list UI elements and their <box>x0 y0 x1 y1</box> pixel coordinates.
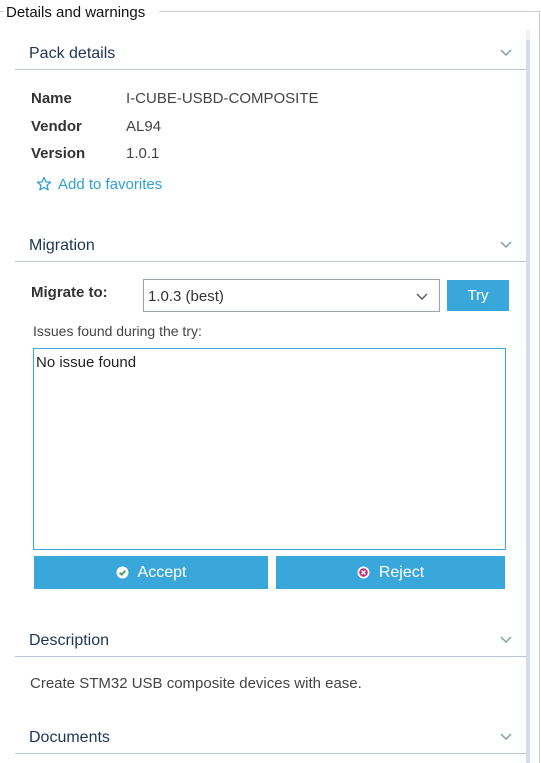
migrate-version-value: 1.0.3 (best) <box>148 288 224 305</box>
pack-version-value: 1.0.1 <box>126 145 160 162</box>
section-title: Description <box>29 632 110 649</box>
chevron-down-icon <box>500 733 512 740</box>
pack-name-key: Name <box>31 90 72 107</box>
section-documents[interactable]: Documents <box>15 724 526 754</box>
section-title: Pack details <box>29 45 116 62</box>
section-migration[interactable]: Migration <box>15 232 526 262</box>
section-description[interactable]: Description <box>15 627 526 657</box>
section-title: Migration <box>29 237 95 254</box>
migrate-version-select[interactable]: 1.0.3 (best) <box>143 279 440 312</box>
pack-version-key: Version <box>31 145 86 162</box>
chevron-down-icon <box>500 241 512 248</box>
issues-label: Issues found during the try: <box>33 323 202 339</box>
group-border-top <box>159 11 540 12</box>
group-border-left <box>0 11 4 12</box>
section-pack-details[interactable]: Pack details <box>15 40 526 70</box>
add-to-favorites-label: Add to favorites <box>58 175 163 193</box>
pack-vendor-value: AL94 <box>126 118 162 135</box>
group-title: Details and warnings <box>6 4 148 21</box>
star-outline-icon <box>36 176 52 191</box>
pack-vendor-key: Vendor <box>31 118 82 135</box>
issues-text: No issue found <box>36 354 137 371</box>
migrate-to-label: Migrate to: <box>31 284 108 301</box>
chevron-down-icon <box>500 636 512 643</box>
x-circle-icon <box>357 566 370 579</box>
pack-name-value: I-CUBE-USBD-COMPOSITE <box>126 90 319 107</box>
try-button[interactable]: Try <box>447 280 509 311</box>
add-to-favorites-link[interactable]: Add to favorites <box>36 174 162 194</box>
chevron-down-icon <box>500 49 512 56</box>
reject-label: Reject <box>378 563 425 581</box>
scrollbar-thumb[interactable] <box>526 40 530 763</box>
description-text: Create STM32 USB composite devices with … <box>30 675 362 692</box>
issues-textarea[interactable]: No issue found <box>33 348 506 550</box>
chevron-down-icon <box>416 293 428 300</box>
accept-label: Accept <box>137 563 187 581</box>
check-circle-icon <box>116 566 129 579</box>
group-border-right <box>539 11 540 763</box>
accept-button[interactable]: Accept <box>34 556 268 589</box>
section-title: Documents <box>29 729 110 746</box>
reject-button[interactable]: Reject <box>276 556 505 589</box>
